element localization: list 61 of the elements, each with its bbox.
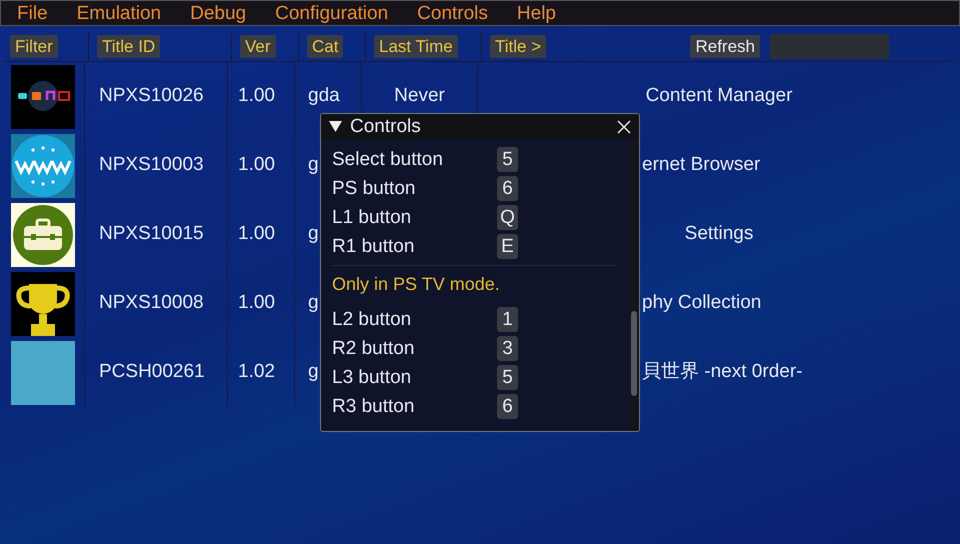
scrollbar-thumb[interactable] [631, 311, 637, 396]
key-binding-button[interactable]: 3 [497, 336, 518, 361]
menu-item[interactable]: Emulation [70, 4, 168, 22]
key-binding-button[interactable]: 1 [497, 307, 518, 332]
title-id-cell: NPXS10008 [85, 269, 228, 338]
category-cell-text: g [308, 222, 319, 246]
menu-item[interactable]: Configuration [269, 4, 394, 22]
key-binding-button[interactable]: 5 [497, 365, 518, 390]
last-time-cell-text: Never [394, 84, 445, 108]
menu-item[interactable]: File [11, 4, 54, 22]
key-binding-button[interactable]: 6 [497, 176, 518, 201]
globe-icon [11, 134, 75, 198]
column-header[interactable]: Ver [240, 35, 276, 58]
control-label: L3 button [332, 368, 412, 387]
title-id-cell: NPXS10026 [85, 62, 228, 131]
control-label: R1 button [332, 237, 416, 256]
category-cell-text: g [308, 153, 319, 178]
trophy-icon [11, 272, 75, 336]
title-cell-text: Settings [684, 222, 754, 246]
key-binding-button[interactable]: E [497, 234, 518, 259]
version-cell: 1.00 [228, 131, 295, 200]
control-label: R3 button [332, 397, 416, 416]
category-cell-text: g [308, 291, 319, 316]
title-id-cell: NPXS10003 [85, 131, 228, 200]
version-cell: 1.00 [228, 200, 295, 269]
title-id-cell: PCSH00261 [85, 338, 228, 407]
search-field[interactable] [770, 34, 889, 59]
control-label: L1 button [332, 208, 412, 227]
version-cell: 1.02 [228, 338, 295, 407]
column-header[interactable]: Cat [307, 35, 344, 58]
title-cell-text: ernet Browser [642, 153, 760, 178]
title-cell-text: phy Collection [642, 291, 762, 316]
key-binding-button[interactable]: Q [497, 205, 518, 230]
refresh-button[interactable]: Refresh [690, 35, 760, 58]
version-cell: 1.00 [228, 269, 295, 338]
menu-item[interactable]: Debug [184, 4, 252, 22]
title-id-cell: NPXS10015 [85, 200, 228, 269]
collapse-triangle-icon[interactable] [329, 121, 342, 132]
column-header[interactable]: Title > [490, 35, 546, 58]
window-title: Controls [350, 117, 421, 136]
column-header[interactable]: Last Time [374, 35, 458, 58]
column-header[interactable]: Title ID [97, 35, 160, 58]
control-label: L2 button [332, 310, 412, 329]
menu-item[interactable]: Controls [411, 4, 494, 22]
category-cell-text: g [308, 360, 319, 384]
control-label: PS button [332, 179, 416, 198]
key-binding-button[interactable]: 5 [497, 147, 518, 172]
title-cell-text: Content Manager [646, 84, 792, 108]
category-cell-text: gda [308, 84, 340, 108]
photo-placeholder [11, 340, 75, 404]
control-label: Select button [332, 150, 444, 169]
menu-item[interactable]: Help [510, 4, 562, 22]
control-label: R2 button [332, 339, 416, 358]
note-text: Only in PS TV mode. [332, 274, 500, 294]
key-binding-button[interactable]: 6 [497, 394, 518, 419]
column-header[interactable]: Filter [10, 35, 58, 58]
title-cell-text: 貝世界 -next 0rder- [642, 360, 802, 384]
close-icon[interactable] [617, 120, 631, 134]
version-cell: 1.00 [228, 62, 295, 131]
media-icon [11, 64, 75, 128]
toolbox-icon [11, 202, 75, 266]
